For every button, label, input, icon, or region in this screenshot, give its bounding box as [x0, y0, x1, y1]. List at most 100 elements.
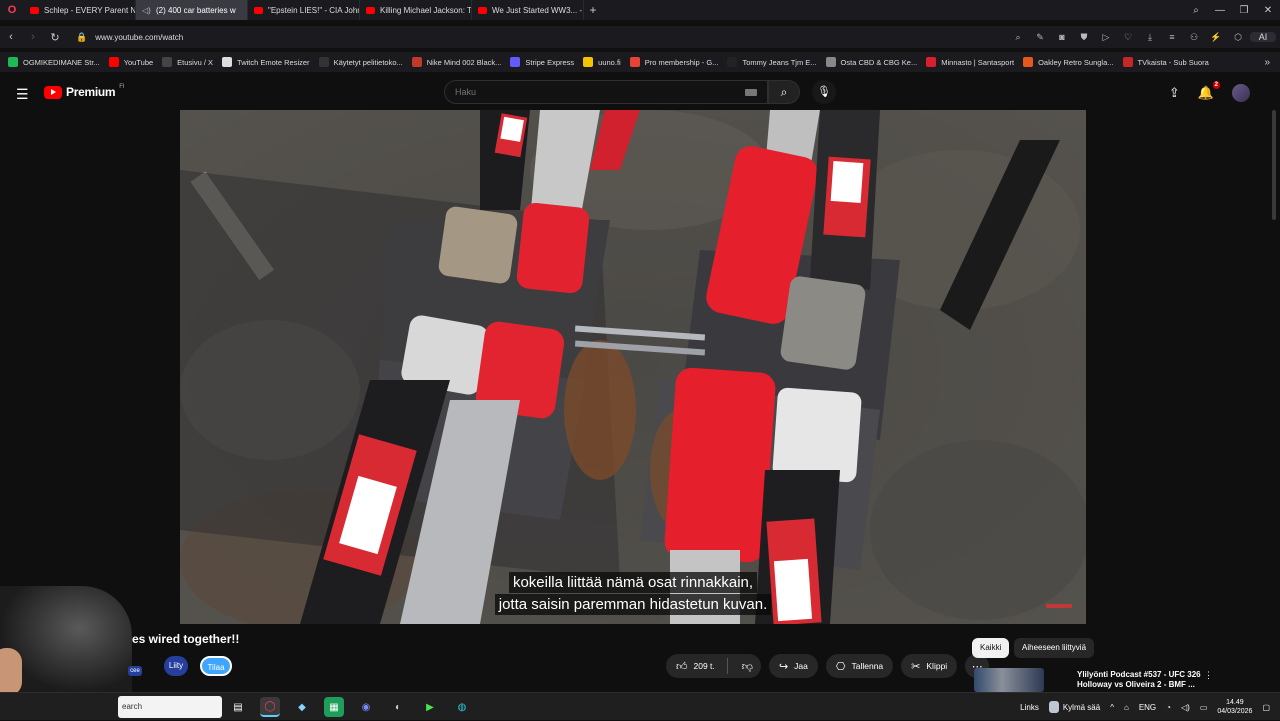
recommended-video[interactable]: Ylilyönti Podcast #537 - UFC 326 Hollowa…	[972, 668, 1272, 692]
speaker-icon[interactable]: ◁)	[142, 6, 151, 15]
extension-icon[interactable]: ⚡	[1206, 32, 1226, 43]
youtube-header: ☰ Premium FI ⌕ 🎙 ⇪ 🔔2	[0, 75, 1280, 111]
video-frame[interactable]	[180, 110, 1086, 624]
vpn-icon[interactable]: ⛊	[1074, 32, 1094, 43]
bookmark-item[interactable]: TVkaista - Sub Suora	[1122, 57, 1209, 67]
camera-icon[interactable]: ◙	[1052, 32, 1072, 42]
player-icon[interactable]: ▷	[1096, 32, 1116, 43]
opera-taskbar-icon[interactable]: ◯	[260, 697, 280, 717]
avatar[interactable]	[1232, 84, 1250, 102]
menu-icon[interactable]: ≡	[1162, 32, 1182, 42]
filter-chip-all[interactable]: Kaikki	[972, 638, 1010, 658]
task-view-icon[interactable]: ▤	[228, 697, 248, 717]
lock-icon[interactable]: 🔒	[76, 32, 87, 43]
browser-tab[interactable]: "Epstein LIES!" - CIA John	[248, 0, 360, 20]
save-button[interactable]: ⎔ Tallenna	[825, 654, 894, 678]
video-player[interactable]: kokeilla liittää nämä osat rinnakkain, j…	[180, 110, 1086, 624]
bell-icon[interactable]: 🔔 2	[1198, 81, 1220, 101]
minimize-icon[interactable]: —	[1208, 5, 1232, 16]
bookmark-item[interactable]: Oakley Retro Sungla...	[1023, 57, 1114, 67]
bookmark-item[interactable]: Tommy Jeans Tjm E...	[727, 57, 817, 67]
search-button[interactable]: ⌕	[768, 80, 800, 104]
cube-icon[interactable]: ⬡	[1228, 32, 1248, 43]
recommended-thumbnail[interactable]	[974, 668, 1044, 692]
clock[interactable]: 14.49 04/03/2026	[1217, 698, 1252, 716]
steam-taskbar-icon[interactable]: ◐	[388, 697, 408, 717]
taskbar-search[interactable]: earch	[118, 696, 222, 718]
share-button[interactable]: ↪ Jaa	[768, 654, 818, 678]
filter-chip-related[interactable]: Aiheeseen liittyviä	[1014, 638, 1095, 658]
bookmark-item[interactable]: uuno.fi	[583, 57, 621, 67]
volume-icon[interactable]: ◁)	[1181, 703, 1190, 712]
bookmark-item[interactable]: Nike Mind 002 Black...	[411, 57, 501, 67]
clip-button[interactable]: ✂ Klippi	[901, 654, 958, 678]
app-taskbar-icon[interactable]: ◆	[292, 697, 312, 717]
bookmark-item[interactable]: Pro membership - G...	[629, 57, 718, 67]
browser-tab[interactable]: Schlep - EVERY Parent Ne	[24, 0, 136, 20]
bookmark-favicon-icon	[727, 57, 738, 67]
youtube-premium-logo[interactable]: Premium FI	[44, 84, 125, 99]
bookmark-item[interactable]: Käytetyt pelitietoko...	[318, 57, 403, 67]
channel-badge[interactable]: cee	[128, 666, 142, 676]
back-icon[interactable]: ‹	[0, 31, 22, 43]
language-indicator[interactable]: ENG	[1139, 703, 1156, 712]
keyboard-icon[interactable]	[745, 89, 757, 96]
url-field[interactable]: 🔒 www.youtube.com/watch	[76, 32, 183, 43]
brand-country: FI	[119, 84, 125, 90]
reload-icon[interactable]: ↻	[44, 31, 66, 44]
save-label: Tallenna	[851, 661, 884, 671]
heart-icon[interactable]: ♡	[1118, 32, 1138, 43]
bookmark-label: Oakley Retro Sungla...	[1038, 57, 1114, 67]
bookmark-item[interactable]: Etusivu / X	[162, 57, 213, 67]
like-count[interactable]: 209 t.	[694, 661, 715, 671]
forward-icon[interactable]: ›	[22, 31, 44, 43]
microphone-icon[interactable]: 🎙	[812, 80, 836, 104]
kebab-menu-icon[interactable]: ⋮	[1204, 670, 1213, 681]
bookmark-item[interactable]: OGMIKEDIMANE Str...	[8, 57, 100, 67]
bookmark-item[interactable]: Twitch Emote Resizer	[222, 57, 310, 67]
scissors-icon: ✂	[911, 660, 921, 673]
browser-tab-active[interactable]: ◁) (2) 400 car batteries w	[136, 0, 248, 20]
links-label[interactable]: Links	[1020, 703, 1039, 712]
chevron-up-icon[interactable]: ^	[1110, 703, 1114, 712]
browser-tab[interactable]: We Just Started WW3... - Y	[472, 0, 584, 20]
watermark	[1046, 604, 1072, 608]
hamburger-menu-icon[interactable]: ☰	[16, 86, 29, 103]
bookmark-item[interactable]: Minnasto | Santasport	[926, 57, 1014, 67]
weather-widget[interactable]: Kylmä sää	[1048, 701, 1100, 713]
subscribe-button[interactable]: Tilaa	[200, 656, 232, 676]
page-scrollbar[interactable]	[1272, 110, 1276, 220]
bookmarks-overflow-icon[interactable]: »	[1264, 57, 1270, 68]
bookmark-item[interactable]: Stripe Express	[510, 57, 574, 67]
thumbs-down-icon[interactable]: 👎︎	[734, 660, 761, 673]
wifi-icon[interactable]: ◔	[1166, 703, 1171, 712]
media-taskbar-icon[interactable]: ▶	[420, 697, 440, 717]
notifications-icon[interactable]: ▢	[1262, 703, 1270, 712]
join-button[interactable]: Liity	[164, 656, 188, 676]
thumbs-up-icon[interactable]: 👍︎	[676, 660, 688, 673]
zoom-icon[interactable]: ⌕	[1008, 32, 1028, 43]
download-icon[interactable]: ⤓	[1140, 32, 1160, 43]
header-actions: ⇪ 🔔 2	[1169, 81, 1250, 102]
edge-taskbar-icon[interactable]: ◍	[452, 697, 472, 717]
network-icon[interactable]: ⌂	[1124, 703, 1129, 712]
url-text[interactable]: www.youtube.com/watch	[95, 33, 183, 42]
maximize-icon[interactable]: ❐	[1232, 5, 1256, 16]
profile-icon[interactable]: ⚇	[1184, 32, 1204, 43]
discord-taskbar-icon[interactable]: ◉	[356, 697, 376, 717]
upload-icon[interactable]: ⇪	[1169, 85, 1180, 101]
browser-tab[interactable]: Killing Michael Jackson: T	[360, 0, 472, 20]
search-tabs-icon[interactable]: ⌕	[1184, 5, 1208, 16]
close-icon[interactable]: ✕	[1256, 5, 1280, 16]
battery-icon[interactable]: ▭	[1200, 703, 1208, 712]
search-input[interactable]	[455, 87, 735, 97]
edit-icon[interactable]: ✎	[1030, 32, 1050, 43]
recommended-title[interactable]: Ylilyönti Podcast #537 - UFC 326 Hollowa…	[1077, 670, 1201, 690]
aria-ai-button[interactable]: AI	[1250, 32, 1276, 42]
search-box[interactable]	[444, 80, 768, 104]
opera-logo-icon[interactable]: O	[0, 0, 24, 20]
bookmark-item[interactable]: YouTube	[108, 57, 153, 67]
spreadsheet-taskbar-icon[interactable]: ▦	[324, 697, 344, 717]
new-tab-button[interactable]: +	[584, 3, 602, 17]
bookmark-item[interactable]: Osta CBD & CBG Ke...	[825, 57, 917, 67]
